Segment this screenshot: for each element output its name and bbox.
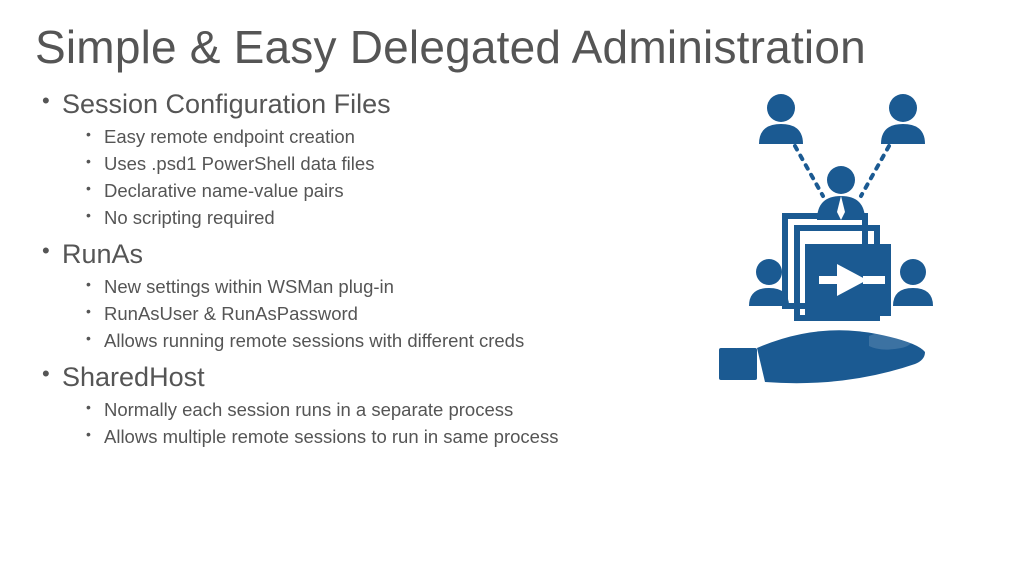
list-item: No scripting required (86, 205, 659, 232)
section-heading: Session Configuration Files (40, 86, 659, 122)
sub-list: Normally each session runs in a separate… (40, 397, 659, 451)
list-item: Allows running remote sessions with diff… (86, 328, 659, 355)
text-column: Session Configuration Files Easy remote … (35, 86, 659, 455)
delegated-admin-icon (689, 86, 969, 406)
list-item: New settings within WSMan plug-in (86, 274, 659, 301)
list-item: Declarative name-value pairs (86, 178, 659, 205)
sub-list: New settings within WSMan plug-in RunAsU… (40, 274, 659, 354)
section-heading: RunAs (40, 236, 659, 272)
list-item: Uses .psd1 PowerShell data files (86, 151, 659, 178)
list-item: Easy remote endpoint creation (86, 124, 659, 151)
section-sharedhost: SharedHost Normally each session runs in… (40, 359, 659, 451)
slide-title: Simple & Easy Delegated Administration (35, 20, 989, 74)
graphic-column (659, 86, 989, 455)
list-item: Normally each session runs in a separate… (86, 397, 659, 424)
section-session-config: Session Configuration Files Easy remote … (40, 86, 659, 232)
section-heading: SharedHost (40, 359, 659, 395)
slide: Simple & Easy Delegated Administration S… (0, 0, 1024, 475)
content-row: Session Configuration Files Easy remote … (35, 86, 989, 455)
section-runas: RunAs New settings within WSMan plug-in … (40, 236, 659, 355)
sub-list: Easy remote endpoint creation Uses .psd1… (40, 124, 659, 231)
list-item: RunAsUser & RunAsPassword (86, 301, 659, 328)
list-item: Allows multiple remote sessions to run i… (86, 424, 659, 451)
